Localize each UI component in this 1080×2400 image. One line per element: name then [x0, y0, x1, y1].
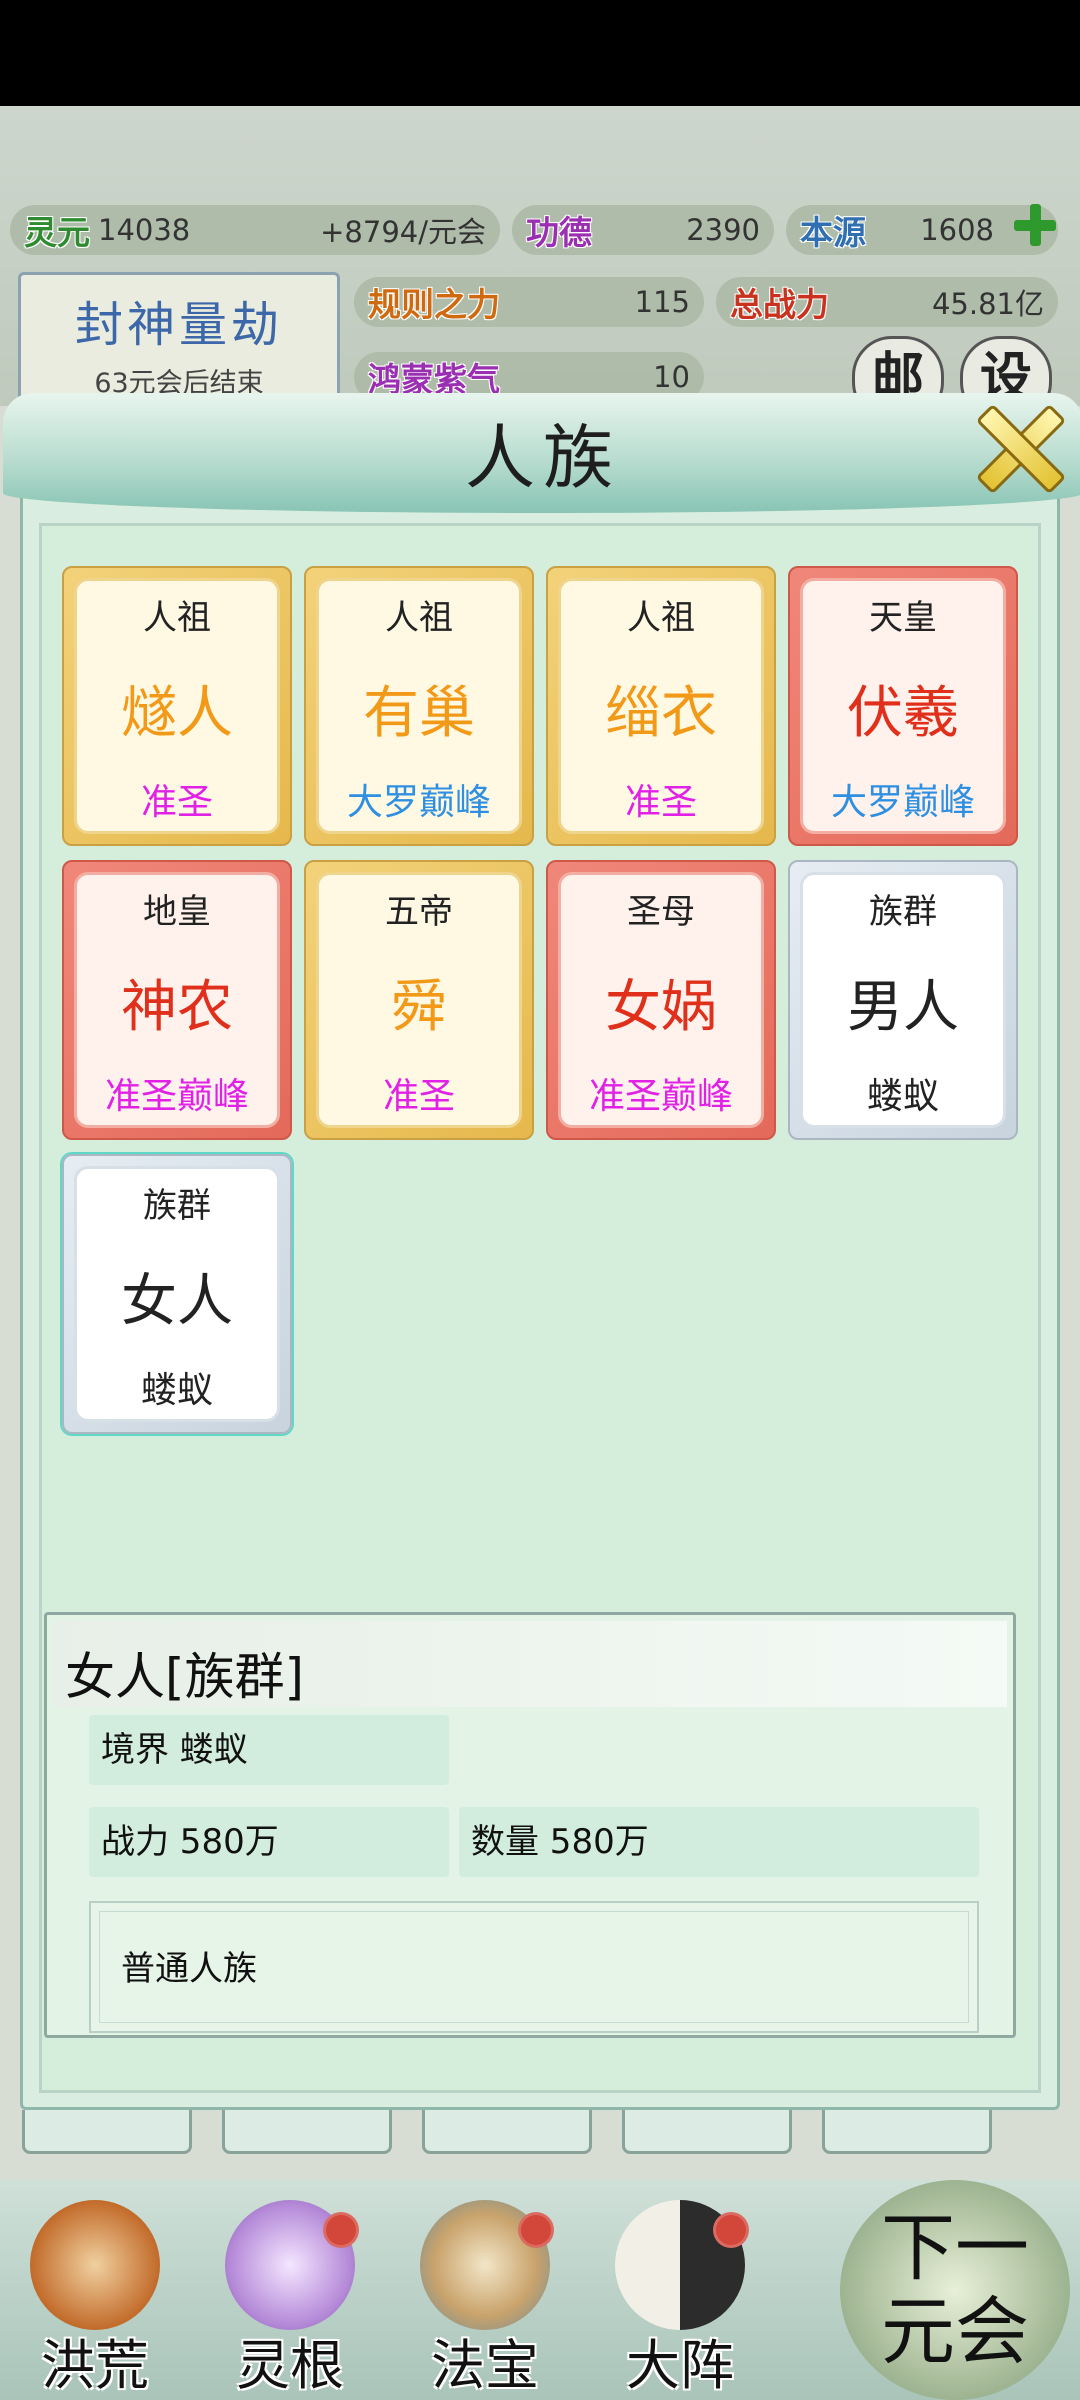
lingyuan-label: 灵元	[24, 213, 90, 252]
guize-label: 规则之力	[368, 285, 500, 324]
detail-title: 女人[族群]	[65, 1648, 305, 1706]
modal-title: 人族	[465, 417, 621, 499]
card-title: 地皇	[143, 892, 211, 932]
card-name: 缁衣	[605, 681, 717, 746]
close-icon[interactable]	[963, 391, 1073, 501]
detail-panel: 女人[族群] 境界 蝼蚁 战力 580万 数量 580万 普通人族	[44, 1612, 1016, 2038]
card-title: 五帝	[385, 892, 453, 932]
power-field: 战力 580万	[89, 1807, 449, 1877]
lingyuan-rate: +8794/元会	[320, 215, 486, 249]
zongzhanli-value: 45.81亿	[931, 287, 1044, 321]
card-realm: 准圣巅峰	[104, 1076, 249, 1117]
card-title: 族群	[143, 1186, 211, 1226]
card-name: 有巢	[363, 681, 475, 746]
nav-honghuang[interactable]: 洪荒	[10, 2200, 180, 2400]
benyuan-label: 本源	[800, 213, 866, 252]
character-card[interactable]: 五帝舜准圣	[304, 860, 534, 1140]
guize-pill: 规则之力 115	[354, 277, 704, 327]
card-title: 族群	[869, 892, 937, 932]
mountain-icon	[30, 2200, 160, 2330]
character-card[interactable]: 人祖 缁衣 准圣	[546, 566, 776, 846]
event-panel[interactable]: 封神量劫 63元会后结束	[18, 272, 340, 408]
guize-value: 115	[634, 285, 690, 319]
zongzhanli-label: 总战力	[730, 285, 829, 324]
tab-stub	[22, 2110, 192, 2154]
hongmeng-value: 10	[653, 360, 690, 394]
tab-stub	[222, 2110, 392, 2154]
tab-stub	[822, 2110, 992, 2154]
next-button-line1: 下一	[881, 2205, 1029, 2291]
card-name: 女娲	[605, 975, 717, 1040]
card-realm: 准圣	[140, 782, 213, 823]
card-name: 燧人	[121, 681, 233, 746]
card-name: 女人	[121, 1269, 233, 1334]
character-card[interactable]: 人祖 有巢 大罗巅峰	[304, 566, 534, 846]
card-realm: 大罗巅峰	[346, 782, 491, 823]
count-field: 数量 580万	[459, 1807, 979, 1877]
gongde-label: 功德	[526, 213, 592, 252]
event-title: 封神量劫	[74, 297, 283, 353]
card-realm: 准圣	[382, 1076, 455, 1117]
character-card[interactable]: 族群 男人 蝼蚁	[788, 860, 1018, 1140]
tab-strip	[0, 2110, 1080, 2154]
card-name: 舜	[391, 975, 447, 1040]
zongzhanli-pill: 总战力 45.81亿	[716, 277, 1058, 327]
character-card[interactable]: 天皇 伏羲 大罗巅峰	[788, 566, 1018, 846]
card-realm: 准圣巅峰	[588, 1076, 733, 1117]
description-text: 普通人族	[121, 1949, 257, 1989]
realm-field: 境界 蝼蚁	[89, 1715, 449, 1785]
add-benyuan-icon[interactable]	[1010, 200, 1060, 250]
card-name: 男人	[847, 975, 959, 1040]
tab-stub	[622, 2110, 792, 2154]
nav-fabao[interactable]: 法宝	[400, 2200, 570, 2400]
description-box: 普通人族	[89, 1901, 979, 2033]
character-card[interactable]: 地皇 神农 准圣巅峰	[62, 860, 292, 1140]
nav-linggen[interactable]: 灵根	[205, 2200, 375, 2400]
gongde-value: 2390	[686, 213, 760, 247]
card-name: 神农	[121, 975, 233, 1040]
lingyuan-pill: 灵元 14038 +8794/元会	[10, 205, 500, 255]
card-realm: 蝼蚁	[140, 1370, 213, 1411]
card-title: 天皇	[869, 598, 937, 638]
nav-label: 法宝	[431, 2334, 539, 2397]
badge-dot	[713, 2212, 749, 2248]
next-yuanhui-button[interactable]: 下一 元会	[840, 2180, 1070, 2400]
gongde-pill: 功德 2390	[512, 205, 774, 255]
card-title: 人祖	[385, 598, 453, 638]
card-realm: 准圣	[624, 782, 697, 823]
card-realm: 大罗巅峰	[830, 782, 975, 823]
nav-label: 灵根	[236, 2334, 344, 2397]
character-card[interactable]: 族群 女人 蝼蚁	[62, 1154, 292, 1434]
benyuan-value: 1608	[920, 213, 994, 247]
tab-stub	[422, 2110, 592, 2154]
nav-dazhen[interactable]: 大阵	[595, 2200, 765, 2400]
card-title: 圣母	[627, 892, 695, 932]
card-realm: 蝼蚁	[866, 1076, 939, 1117]
badge-dot	[518, 2212, 554, 2248]
nav-label: 洪荒	[41, 2334, 149, 2397]
nav-label: 大阵	[626, 2334, 734, 2397]
detail-header: 女人[族群]	[53, 1621, 1007, 1707]
card-name: 伏羲	[847, 681, 959, 746]
status-bar	[0, 0, 1080, 106]
character-card[interactable]: 圣母 女娲 准圣巅峰	[546, 860, 776, 1140]
lingyuan-value: 14038	[98, 213, 191, 247]
badge-dot	[323, 2212, 359, 2248]
card-title: 人祖	[627, 598, 695, 638]
card-title: 人祖	[143, 598, 211, 638]
character-card[interactable]: 人祖 燧人 准圣	[62, 566, 292, 846]
next-button-line2: 元会	[881, 2289, 1029, 2375]
